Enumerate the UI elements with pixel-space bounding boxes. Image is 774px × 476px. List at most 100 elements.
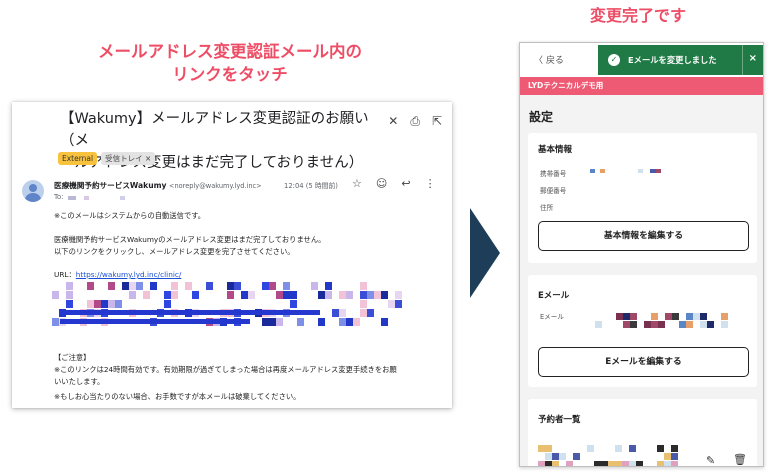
open-new-window-icon[interactable]: ⇱ xyxy=(432,114,442,129)
redacted-phone xyxy=(590,169,595,173)
to-label: To: xyxy=(54,193,64,201)
email-body-line: 医療機関予約サービスWakumyのメールアドレス変更はまだ完了しておりません。 xyxy=(54,235,326,244)
label-inbox[interactable]: 受信トレイ × xyxy=(101,152,156,165)
success-toast: ✓ Eメールを変更しました × xyxy=(598,45,763,75)
edit-basic-info-button[interactable]: 基本情報を編集する xyxy=(538,221,749,251)
address-label: 住所 xyxy=(540,204,554,212)
redaction-pixel xyxy=(664,453,671,460)
redaction-pixel xyxy=(616,313,623,320)
redaction-pixel xyxy=(671,445,678,452)
redaction-pixel xyxy=(623,313,630,320)
redaction-pixel xyxy=(381,318,388,326)
redaction-pixel xyxy=(66,300,73,308)
notice-title: 【ご注意】 xyxy=(54,353,91,362)
redaction-pixel xyxy=(595,321,602,328)
star-icon[interactable]: ☆ xyxy=(352,177,362,190)
caption-left-line1: メールアドレス変更認証メール内の xyxy=(98,42,362,61)
redacted-recipient xyxy=(68,196,76,200)
label-external[interactable]: External xyxy=(58,152,98,165)
redaction-pixel xyxy=(52,291,59,299)
check-icon: ✓ xyxy=(608,54,620,66)
edit-email-button[interactable]: Eメールを編集する xyxy=(538,347,749,377)
email-labels: External 受信トレイ × xyxy=(58,152,156,165)
redacted-recipient xyxy=(120,196,125,200)
redaction-pixel xyxy=(262,282,269,290)
redaction-pixel xyxy=(115,300,122,308)
redaction-pixel xyxy=(87,300,94,308)
redaction-pixel xyxy=(297,318,304,326)
redaction-pixel xyxy=(552,453,559,460)
verification-link[interactable]: https://wakumy.lyd.inc/clinic/ xyxy=(76,270,182,279)
redaction-pixel xyxy=(693,313,700,320)
redaction-pixel xyxy=(332,309,339,317)
more-icon[interactable]: ⋮ xyxy=(425,177,436,190)
redaction-pixel xyxy=(651,321,658,328)
toast-close-button[interactable]: × xyxy=(749,53,757,64)
redaction-pixel xyxy=(171,291,178,299)
redaction-pixel xyxy=(283,291,290,299)
redaction-pixel xyxy=(629,461,636,466)
email-header-actions: ✕ ⎙ ⇱ xyxy=(388,114,442,129)
redacted-phone xyxy=(656,169,661,173)
message-actions: ☆ ☺ ↩ ⋮ xyxy=(352,177,436,190)
redaction-pixel xyxy=(108,300,115,308)
redaction-pixel xyxy=(339,291,346,299)
redaction-bar xyxy=(60,310,320,315)
redaction-pixel xyxy=(658,321,665,328)
redaction-pixel xyxy=(262,318,269,326)
redaction-pixel xyxy=(679,321,686,328)
redaction-pixel xyxy=(318,291,325,299)
redacted-recipient xyxy=(84,196,89,200)
redaction-pixel xyxy=(657,461,664,466)
redaction-pixel xyxy=(150,282,157,290)
redaction-pixel xyxy=(381,291,388,299)
redaction-pixel xyxy=(248,291,255,299)
redaction-pixel xyxy=(707,321,714,328)
url-line: URL：https://wakumy.lyd.inc/clinic/ xyxy=(54,269,181,280)
redaction-pixel xyxy=(615,445,622,452)
redaction-pixel xyxy=(671,461,678,466)
redaction-pixel xyxy=(629,445,636,452)
redaction-pixel xyxy=(290,291,297,299)
redaction-pixel xyxy=(367,291,374,299)
redaction-pixel xyxy=(538,461,545,466)
redaction-pixel xyxy=(630,313,637,320)
redaction-pixel xyxy=(644,321,651,328)
redaction-pixel xyxy=(185,282,192,290)
redaction-pixel xyxy=(594,461,601,466)
redaction-pixel xyxy=(630,321,637,328)
sender-address: <noreply@wakumy.lyd.inc> xyxy=(168,182,262,190)
redaction-pixel xyxy=(672,313,679,320)
redaction-pixel xyxy=(700,313,707,320)
caption-touch-link: メールアドレス変更認証メール内の リンクをタッチ xyxy=(40,40,420,86)
top-bar: 〈 戻る ✓ Eメールを変更しました × xyxy=(520,43,763,77)
redaction-pixel xyxy=(657,445,664,452)
edit-icon[interactable]: ✎ xyxy=(706,454,715,466)
sender-avatar xyxy=(22,180,44,202)
redaction-pixel xyxy=(206,282,213,290)
trash-icon[interactable]: 🗑 xyxy=(733,453,747,466)
demo-banner: LYDテクニカルデモ用 xyxy=(520,77,763,95)
mobile-number-label: 携帯番号 xyxy=(540,170,567,178)
redaction-pixel xyxy=(665,313,672,320)
collapse-icon[interactable]: ✕ xyxy=(388,114,398,129)
reply-icon[interactable]: ↩ xyxy=(401,177,410,190)
basic-info-title: 基本情報 xyxy=(538,145,573,155)
redaction-pixel xyxy=(276,318,283,326)
redaction-pixel xyxy=(552,461,559,466)
redaction-pixel xyxy=(545,461,552,466)
emoji-icon[interactable]: ☺ xyxy=(376,177,387,190)
reservers-card: 予約者一覧 ✎ 🗑 xyxy=(528,399,757,466)
redaction-pixel xyxy=(545,453,552,460)
url-label: URL： xyxy=(54,270,76,279)
back-button[interactable]: 〈 戻る xyxy=(534,53,564,66)
redaction-pixel xyxy=(101,300,108,308)
redaction-pixel xyxy=(622,461,629,466)
redaction-pixel xyxy=(651,313,658,320)
redaction-pixel xyxy=(143,291,150,299)
redaction-bar xyxy=(60,319,250,324)
email-section-title: Eメール xyxy=(538,291,570,301)
redaction-pixel xyxy=(360,300,367,308)
print-icon[interactable]: ⎙ xyxy=(410,114,420,129)
email-view: 【Wakumy】メールアドレス変更認証のお願い（メ ールアドレス変更はまだ完了し… xyxy=(12,102,452,408)
